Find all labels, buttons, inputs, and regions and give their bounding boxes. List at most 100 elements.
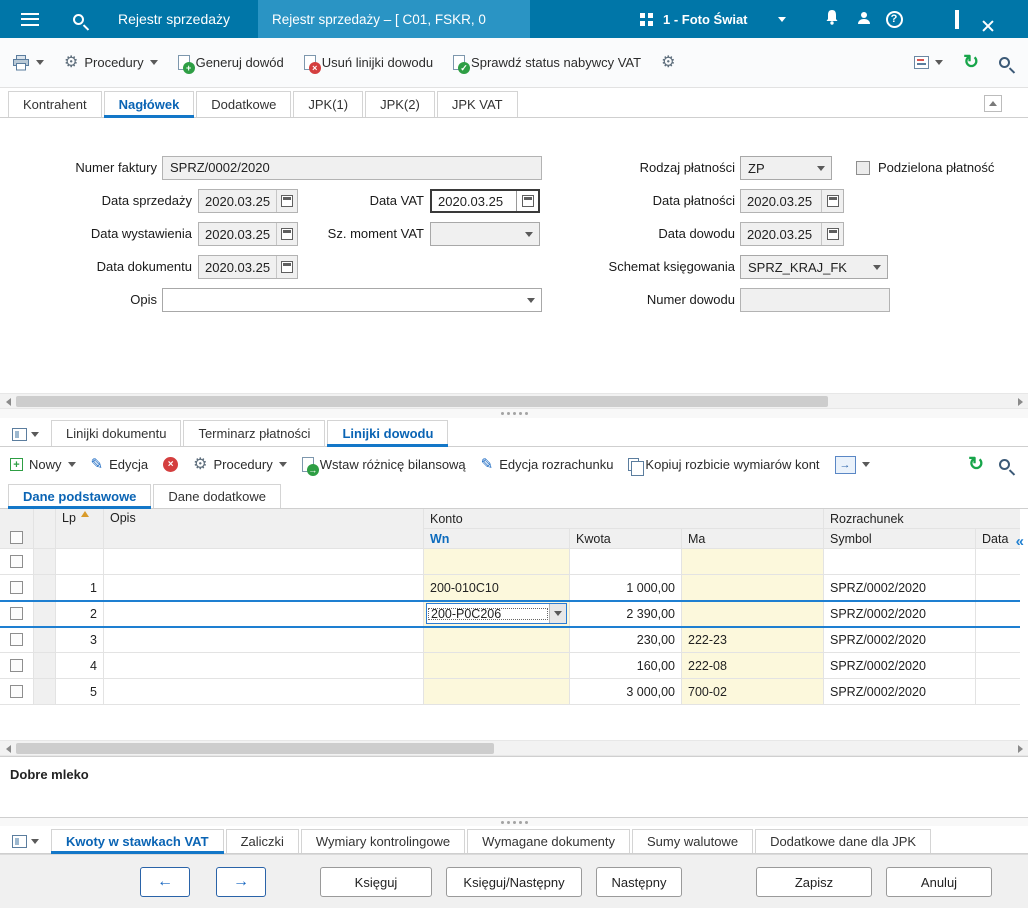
row-checkbox[interactable]: [10, 659, 23, 672]
nastepny-button[interactable]: Następny: [596, 867, 682, 897]
table-row[interactable]: 3 230,00 222-23 SPRZ/0002/2020: [0, 627, 1020, 653]
cell-wn-editing[interactable]: 200-P0C206: [424, 601, 570, 627]
header-ma[interactable]: Ma: [682, 529, 824, 549]
table-row[interactable]: 1 200-010C10 1 000,00 SPRZ/0002/2020: [0, 575, 1020, 601]
tab-jpk2[interactable]: JPK(2): [365, 91, 435, 117]
cell-kwota[interactable]: 1 000,00: [570, 575, 682, 601]
horizontal-splitter[interactable]: [0, 409, 1028, 418]
cell-kwota[interactable]: 3 000,00: [570, 679, 682, 705]
account-cell-editor[interactable]: 200-P0C206: [426, 603, 567, 624]
anuluj-button[interactable]: Anuluj: [886, 867, 992, 897]
data-dokumentu-field[interactable]: 2020.03.25: [198, 255, 298, 279]
rodzaj-platnosci-select[interactable]: ZP: [740, 156, 832, 180]
generuj-dowod-button[interactable]: Generuj dowód: [177, 55, 284, 74]
cell-ma[interactable]: 700-02: [682, 679, 824, 705]
calendar-button[interactable]: [821, 190, 843, 212]
ksieguj-nastepny-button[interactable]: Księguj/Następny: [446, 867, 582, 897]
tab-linijki-dowodu[interactable]: Linijki dowodu: [327, 420, 449, 447]
search-records-button[interactable]: [999, 57, 1010, 68]
row-checkbox[interactable]: [10, 607, 23, 620]
header-symbol[interactable]: Symbol: [824, 529, 976, 549]
maximize-button[interactable]: [947, 4, 967, 35]
row-checkbox[interactable]: [10, 581, 23, 594]
numer-dowodu-field[interactable]: [740, 288, 890, 312]
company-selector-label[interactable]: 1 - Foto Świat: [663, 12, 748, 27]
edycja-button[interactable]: Edycja: [91, 457, 148, 472]
scroll-right-button[interactable]: [1012, 394, 1028, 410]
wstaw-roznice-button[interactable]: Wstaw różnicę bilansową: [301, 457, 466, 476]
cell-ma[interactable]: [682, 575, 824, 601]
more-actions-button[interactable]: [834, 455, 870, 474]
tab-linijki-dokumentu[interactable]: Linijki dokumentu: [51, 420, 182, 446]
grid-view-selector[interactable]: [12, 428, 39, 441]
tab-zaliczki[interactable]: Zaliczki: [225, 829, 299, 853]
usun-linijki-button[interactable]: Usuń linijki dowodu: [303, 55, 433, 74]
horizontal-splitter[interactable]: [0, 818, 1028, 826]
data-sprzedazy-field[interactable]: 2020.03.25: [198, 189, 298, 213]
minimize-button[interactable]: [925, 11, 941, 27]
next-record-button[interactable]: [216, 867, 266, 897]
scroll-left-button[interactable]: [0, 741, 16, 757]
procedury-button[interactable]: Procedury: [64, 55, 158, 71]
view-options-button[interactable]: [914, 56, 944, 69]
data-dowodu-field[interactable]: 2020.03.25: [740, 222, 844, 246]
header-konto-group[interactable]: Konto: [424, 509, 824, 529]
cell-ma[interactable]: [682, 549, 824, 575]
collapse-header-button[interactable]: [984, 95, 1002, 112]
header-lp[interactable]: Lp: [56, 509, 104, 549]
lines-refresh-button[interactable]: [968, 455, 984, 474]
help-icon[interactable]: [885, 10, 903, 28]
tab-wymiary-kontrolingowe[interactable]: Wymiary kontrolingowe: [300, 829, 466, 853]
tab-dane-podstawowe[interactable]: Dane podstawowe: [8, 484, 152, 509]
grid-filter-row[interactable]: [0, 549, 1020, 575]
row-checkbox[interactable]: [10, 685, 23, 698]
row-checkbox[interactable]: [10, 633, 23, 646]
delete-line-button[interactable]: [163, 457, 179, 472]
cell-kwota[interactable]: [570, 549, 682, 575]
editor-dropdown-button[interactable]: [549, 604, 566, 623]
form-horizontal-scrollbar[interactable]: [0, 393, 1028, 409]
kopiuj-rozbicie-button[interactable]: Kopiuj rozbicie wymiarów kont: [628, 457, 820, 476]
settings-gear-button[interactable]: [661, 55, 675, 71]
select-all-checkbox[interactable]: [10, 531, 23, 544]
scrollbar-thumb[interactable]: [16, 743, 494, 754]
tab-wymagane-dokumenty[interactable]: Wymagane dokumenty: [467, 829, 631, 853]
close-button[interactable]: [973, 11, 989, 27]
table-row[interactable]: 5 3 000,00 700-02 SPRZ/0002/2020: [0, 679, 1020, 705]
table-row[interactable]: 4 160,00 222-08 SPRZ/0002/2020: [0, 653, 1020, 679]
document-tab[interactable]: Rejestr sprzedaży – [ C01, FSKR, 0: [258, 0, 530, 38]
scrollbar-thumb[interactable]: [16, 396, 828, 407]
tab-dodatkowe-dane-jpk[interactable]: Dodatkowe dane dla JPK: [755, 829, 932, 853]
header-wn[interactable]: Wn: [424, 529, 570, 549]
calendar-button[interactable]: [821, 223, 843, 245]
schemat-ksiegowania-select[interactable]: SPRZ_KRAJ_FK: [740, 255, 888, 279]
tab-naglowek[interactable]: Nagłówek: [103, 91, 195, 118]
opis-select[interactable]: [162, 288, 542, 312]
lines-procedury-button[interactable]: Procedury: [193, 457, 287, 473]
cell-wn[interactable]: [424, 653, 570, 679]
cell-wn[interactable]: [424, 549, 570, 575]
header-kwota[interactable]: Kwota: [570, 529, 682, 549]
tab-terminarz-platnosci[interactable]: Terminarz płatności: [183, 420, 326, 446]
cell-kwota[interactable]: 230,00: [570, 627, 682, 653]
tab-jpk-vat[interactable]: JPK VAT: [436, 91, 518, 117]
tab-kwoty-vat[interactable]: Kwoty w stawkach VAT: [51, 829, 224, 854]
cell-ma[interactable]: 222-23: [682, 627, 824, 653]
calendar-button[interactable]: [276, 223, 297, 245]
cell-kwota[interactable]: 2 390,00: [570, 601, 682, 627]
row-checkbox[interactable]: [10, 555, 23, 568]
company-chevron-down-icon[interactable]: [777, 16, 786, 22]
tab-dodatkowe[interactable]: Dodatkowe: [196, 91, 292, 117]
scroll-right-button[interactable]: [1012, 741, 1028, 757]
bottom-view-selector[interactable]: [12, 835, 39, 848]
data-wystawienia-field[interactable]: 2020.03.25: [198, 222, 298, 246]
calendar-button[interactable]: [276, 190, 297, 212]
cell-wn[interactable]: [424, 679, 570, 705]
sprawdz-status-vat-button[interactable]: Sprawdź status nabywcy VAT: [453, 55, 641, 74]
sz-moment-vat-select[interactable]: [430, 222, 540, 246]
zapisz-button[interactable]: Zapisz: [756, 867, 872, 897]
podzielona-platnosc-checkbox[interactable]: [856, 161, 870, 175]
numer-faktury-field[interactable]: SPRZ/0002/2020: [162, 156, 542, 180]
tab-kontrahent[interactable]: Kontrahent: [8, 91, 102, 117]
header-data[interactable]: Data: [976, 529, 1020, 549]
